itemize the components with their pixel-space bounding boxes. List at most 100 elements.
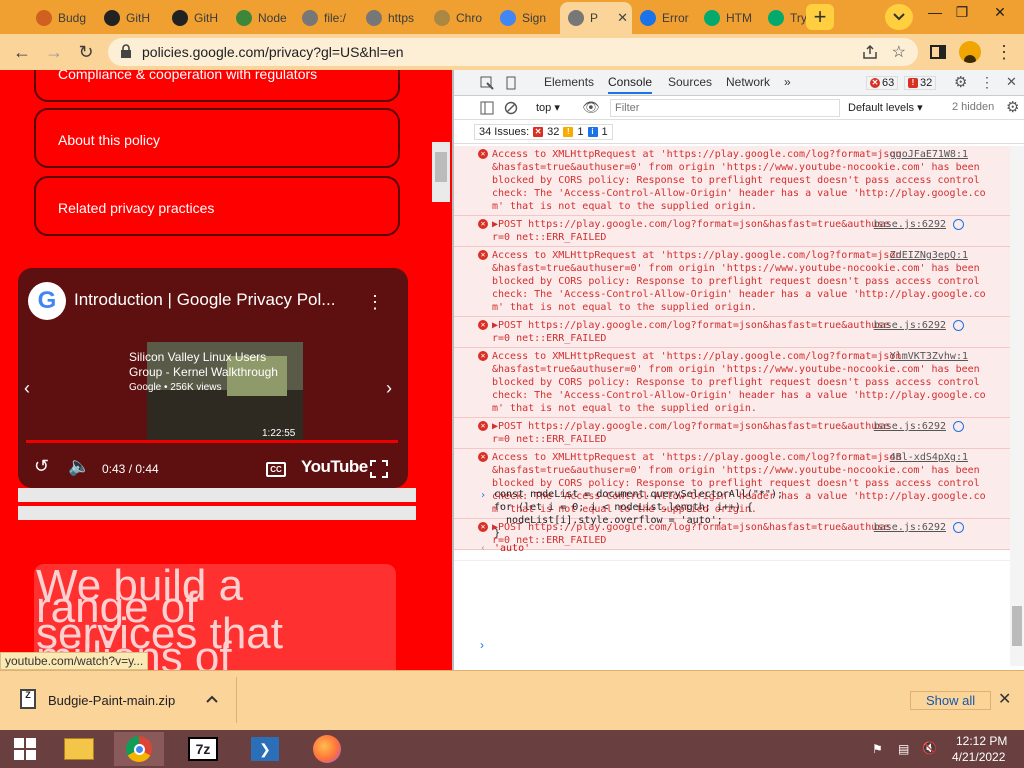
clock-date[interactable]: 4/21/2022 [952,750,1005,764]
source-link[interactable]: ggoJFaE71W8:1 [890,148,968,161]
clear-console-icon[interactable] [504,101,518,115]
reload-button[interactable]: ↻ [72,38,100,66]
tab-8[interactable]: P ✕ [560,2,632,34]
menu-button[interactable]: ⋮ [990,38,1018,66]
console-error-post[interactable]: ✕ ▶POST https://play.google.com/log?forma… [454,317,1010,348]
clock-time[interactable]: 12:12 PM [956,734,1007,748]
close-icon[interactable]: ✕ [998,689,1011,709]
console-error-cors[interactable]: ✕ Access to XMLHttpRequest at 'https://pl… [454,146,1010,216]
show-all-button[interactable]: Show all [910,691,992,710]
tab-5[interactable]: https [358,4,426,32]
forward-button[interactable]: → [40,38,68,66]
more-vertical-icon[interactable]: ⋮ [366,292,384,313]
tab-3[interactable]: Node [228,4,294,32]
replay-icon[interactable]: ↺ [34,456,49,477]
restore-button[interactable]: ❐ [944,2,980,22]
source-link[interactable]: base.js:6292 [874,319,946,332]
tab-elements[interactable]: Elements [544,75,594,89]
download-filename[interactable]: Budgie-Paint-main.zip [48,693,175,708]
youtube-logo[interactable]: YouTube [301,457,368,477]
tab-2[interactable]: GitH [164,4,228,32]
tab-6[interactable]: Chro [426,4,492,32]
console-error-cors[interactable]: ✕ Access to XMLHttpRequest at 'https://pl… [454,247,1010,317]
tab-title: Error [662,11,689,25]
new-tab-button[interactable]: + [806,4,834,30]
firefox-taskbar-button[interactable] [302,732,352,766]
recommended-title: Silicon Valley Linux Users Group - Kerne… [129,350,278,379]
source-link[interactable]: ZdEIZNg3epQ:1 [890,249,968,262]
warning-count-badge[interactable]: ! 32 [904,76,937,90]
volume-icon[interactable]: 🔈 [68,456,90,477]
tab-4[interactable]: file:/ [294,4,358,32]
share-icon[interactable] [862,44,878,60]
chevron-up-icon[interactable] [206,695,218,703]
device-toolbar-icon[interactable] [504,76,518,90]
horizontal-scrollbar[interactable] [18,506,416,520]
tab-0[interactable]: Budg [28,4,96,32]
levels-select[interactable]: Default levels ▾ [848,101,923,114]
network-icon[interactable]: ▤ [898,742,909,756]
video-title[interactable]: Introduction | Google Privacy Pol... [74,290,335,310]
console-prompt[interactable]: › [480,638,484,652]
star-icon[interactable]: ☆ [892,42,906,62]
flag-icon[interactable]: ⚑ [872,742,883,756]
chrome-taskbar-button[interactable] [114,732,164,766]
error-count-badge[interactable]: ✕ 63 [866,76,899,90]
more-tabs-icon[interactable]: » [784,75,791,89]
back-button[interactable]: ← [8,38,36,66]
page-scrollbar[interactable] [432,142,450,202]
tab-10[interactable]: HTM [696,4,760,32]
eye-icon[interactable]: 👁 [582,99,600,116]
address-bar[interactable]: policies.google.com/privacy?gl=US&hl=en … [108,38,918,66]
source-link[interactable]: 4Bl-xdS4pXg:1 [890,451,968,464]
7zip-taskbar-button[interactable]: 7z [178,732,228,766]
console-error-post[interactable]: ✕ ▶POST https://play.google.com/log?forma… [454,418,1010,449]
console-error-cors[interactable]: ✕ Access to XMLHttpRequest at 'https://pl… [454,348,1010,418]
close-window-button[interactable]: ✕ [982,2,1018,22]
chevron-right-icon[interactable]: › [386,378,392,399]
video-player[interactable]: G Introduction | Google Privacy Pol... ⋮… [18,268,408,488]
gear-icon[interactable]: ⚙ [1006,98,1019,116]
start-button[interactable] [0,732,50,766]
source-link[interactable]: base.js:6292 [874,218,946,231]
close-devtools-icon[interactable]: ✕ [1006,74,1017,90]
sidebar-button[interactable] [924,38,952,66]
tab-7[interactable]: Sign [492,4,560,32]
tab-sources[interactable]: Sources [668,75,712,89]
issues-bar[interactable]: 34 Issues: ✕ 32 ! 1 i1 [454,120,1024,144]
source-link[interactable]: YlmVKT3Zvhw:1 [890,350,968,363]
volume-muted-icon[interactable]: 🔇 [922,741,937,755]
chevron-left-icon[interactable]: ‹ [24,378,30,399]
request-link-icon[interactable] [953,320,964,331]
source-link[interactable]: base.js:6292 [874,420,946,433]
request-link-icon[interactable] [953,421,964,432]
progress-bar[interactable] [26,440,398,443]
more-vertical-icon[interactable]: ⋮ [980,74,994,91]
tab-network[interactable]: Network [726,75,770,89]
inspect-icon[interactable] [480,76,494,90]
context-select[interactable]: top ▾ [536,101,560,114]
console-scrollbar[interactable] [1010,146,1024,666]
card-about-policy[interactable]: About this policy [34,108,400,168]
tab-1[interactable]: GitH [96,4,164,32]
sidebar-toggle-icon[interactable] [480,101,494,115]
error-count: 63 [882,77,895,89]
gear-icon[interactable]: ⚙ [954,73,967,91]
file-explorer-button[interactable] [54,732,104,766]
tab-9[interactable]: Error [632,4,696,32]
powershell-taskbar-button[interactable]: ❯ [240,732,290,766]
card-compliance[interactable]: Compliance & cooperation with regulators [34,70,400,102]
close-tab-icon[interactable]: ✕ [617,10,628,26]
request-link-icon[interactable] [953,219,964,230]
profile-button[interactable] [956,38,984,66]
horizontal-scrollbar[interactable] [18,488,416,502]
fullscreen-icon[interactable] [370,460,388,478]
filter-input[interactable] [610,99,840,117]
tab-search-button[interactable] [885,4,913,30]
firefox-icon [313,735,341,763]
captions-icon[interactable]: CC [266,462,286,477]
console-error-post[interactable]: ✕ ▶POST https://play.google.com/log?forma… [454,216,1010,247]
card-related-practices[interactable]: Related privacy practices [34,176,400,236]
tab-console[interactable]: Console [608,75,653,94]
budgie-icon [36,10,52,26]
